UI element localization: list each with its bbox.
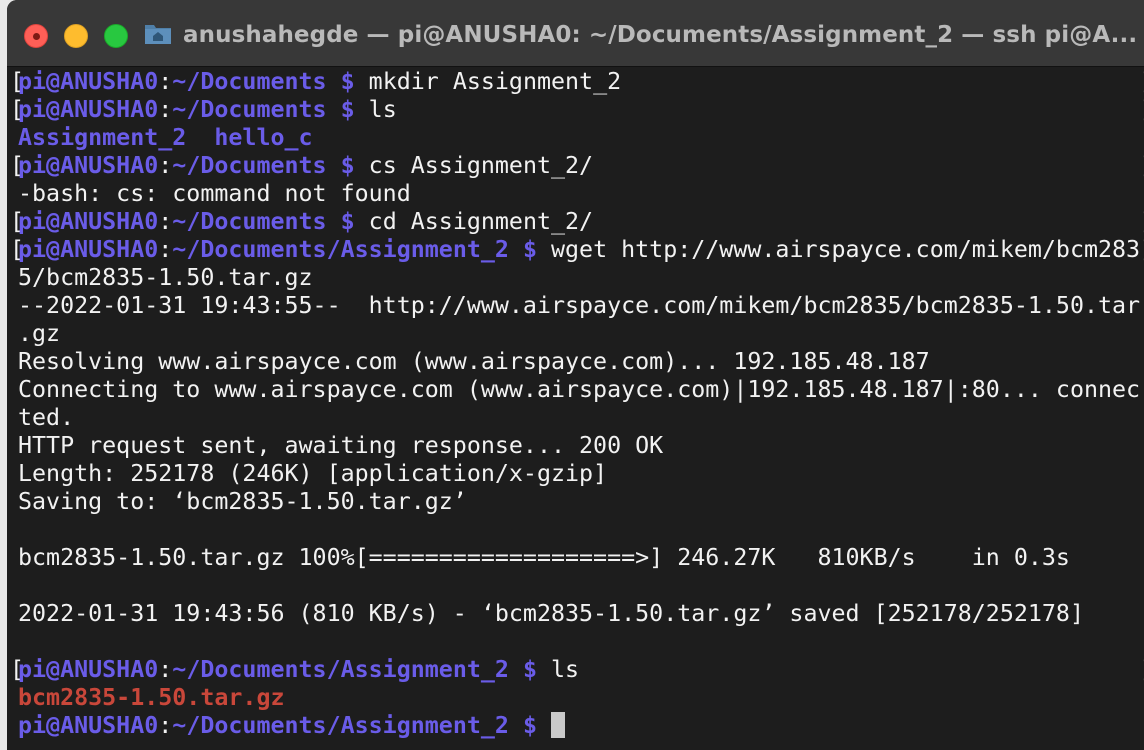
prompt-path: ~/Documents bbox=[172, 96, 327, 123]
prompt-user-host: pi@ANUSHA0 bbox=[18, 68, 159, 95]
terminal-line: Connecting to www.airspayce.com (www.air… bbox=[18, 376, 1141, 403]
prompt-colon: : bbox=[158, 152, 173, 179]
prompt-dollar: $ bbox=[508, 712, 551, 739]
prompt-user-host: pi@ANUSHA0 bbox=[18, 96, 159, 123]
prompt-dollar: $ bbox=[326, 208, 369, 235]
prompt-dollar: $ bbox=[326, 152, 369, 179]
minimize-button[interactable] bbox=[64, 24, 88, 48]
line-wrap-marker-right: ] bbox=[1140, 236, 1144, 264]
close-icon bbox=[33, 33, 40, 40]
prompt-path: ~/Documents/Assignment_2 bbox=[172, 236, 509, 263]
line-wrap-marker-right: ] bbox=[1140, 96, 1144, 124]
prompt-dollar: $ bbox=[508, 656, 551, 683]
terminal-window: anushahegde — pi@ANUSHA0: ~/Documents/As… bbox=[7, 0, 1144, 750]
prompt-user-host: pi@ANUSHA0 bbox=[18, 236, 159, 263]
prompt-user-host: pi@ANUSHA0 bbox=[18, 152, 159, 179]
terminal-line: -bash: cs: command not found bbox=[18, 180, 411, 207]
prompt-path: ~/Documents bbox=[172, 208, 327, 235]
prompt-dollar: $ bbox=[508, 236, 551, 263]
prompt-colon: : bbox=[158, 236, 173, 263]
line-wrap-marker-right: ] bbox=[1140, 152, 1144, 180]
home-folder-icon bbox=[145, 25, 171, 44]
command-text: ls bbox=[368, 96, 397, 123]
line-wrap-marker-right: ] bbox=[1140, 208, 1144, 236]
terminal-line: 2022-01-31 19:43:56 (810 KB/s) - ‘bcm283… bbox=[18, 600, 1084, 627]
terminal-line: pi@ANUSHA0:~/Documents $ mkdir Assignmen… bbox=[18, 68, 621, 96]
command-text: wget http://www.airspayce.com/mikem/bcm2… bbox=[551, 236, 1141, 263]
window-title: anushahegde — pi@ANUSHA0: ~/Documents/As… bbox=[183, 22, 1138, 48]
terminal-line: pi@ANUSHA0:~/Documents $ cd Assignment_2… bbox=[18, 208, 593, 236]
prompt-colon: : bbox=[158, 96, 173, 123]
line-wrap-marker-right: ] bbox=[1140, 656, 1144, 684]
terminal-line: .gz bbox=[18, 320, 61, 347]
prompt-dollar: $ bbox=[326, 96, 369, 123]
terminal-line: Saving to: ‘bcm2835-1.50.tar.gz’ bbox=[18, 488, 467, 515]
terminal-line: pi@ANUSHA0:~/Documents $ ls bbox=[18, 96, 397, 124]
terminal-line: 5/bcm2835-1.50.tar.gz bbox=[18, 264, 313, 291]
terminal-line: pi@ANUSHA0:~/Documents/Assignment_2 $ ls bbox=[18, 656, 579, 684]
prompt-user-host: pi@ANUSHA0 bbox=[18, 656, 159, 683]
prompt-path: ~/Documents/Assignment_2 bbox=[172, 712, 509, 739]
directory-entry: hello_c bbox=[214, 124, 313, 151]
archive-file-entry: bcm2835-1.50.tar.gz bbox=[18, 684, 285, 711]
prompt-path: ~/Documents bbox=[172, 152, 327, 179]
maximize-button[interactable] bbox=[104, 24, 128, 48]
terminal-line: ted. bbox=[18, 404, 75, 431]
command-text: cs Assignment_2/ bbox=[368, 152, 594, 179]
prompt-path: ~/Documents/Assignment_2 bbox=[172, 656, 509, 683]
terminal-line: Length: 252178 (246K) [application/x-gzi… bbox=[18, 460, 608, 487]
directory-entry: Assignment_2 bbox=[18, 124, 187, 151]
line-wrap-marker-left: [ bbox=[10, 96, 25, 123]
terminal-line: Resolving www.airspayce.com (www.airspay… bbox=[18, 348, 930, 375]
terminal-line: bcm2835-1.50.tar.gz bbox=[18, 684, 285, 712]
line-wrap-marker-right: ] bbox=[1140, 68, 1144, 96]
terminal-line: pi@ANUSHA0:~/Documents $ cs Assignment_2… bbox=[18, 152, 593, 180]
terminal-line: --2022-01-31 19:43:55-- http://www.airsp… bbox=[18, 292, 1141, 319]
command-text: ls bbox=[551, 656, 580, 683]
title-bar[interactable]: anushahegde — pi@ANUSHA0: ~/Documents/As… bbox=[7, 0, 1144, 67]
command-text: mkdir Assignment_2 bbox=[368, 68, 622, 95]
line-wrap-marker-left: [ bbox=[10, 68, 25, 95]
line-wrap-marker-left: [ bbox=[10, 208, 25, 235]
line-wrap-marker-left: [ bbox=[10, 152, 25, 179]
prompt-user-host: pi@ANUSHA0 bbox=[18, 208, 159, 235]
line-wrap-marker-left: [ bbox=[10, 236, 25, 263]
terminal-output[interactable]: [ pi@ANUSHA0:~/Documents $ mkdir Assignm… bbox=[7, 67, 1144, 750]
prompt-colon: : bbox=[158, 68, 173, 95]
terminal-line: Assignment_2 hello_c bbox=[18, 124, 313, 152]
active-prompt-line[interactable]: pi@ANUSHA0:~/Documents/Assignment_2 $ bbox=[18, 712, 565, 740]
prompt-user-host: pi@ANUSHA0 bbox=[18, 712, 159, 739]
download-progress-line: bcm2835-1.50.tar.gz 100%[===============… bbox=[18, 544, 1070, 571]
terminal-line: HTTP request sent, awaiting response... … bbox=[18, 432, 664, 459]
prompt-path: ~/Documents bbox=[172, 68, 327, 95]
prompt-colon: : bbox=[158, 712, 173, 739]
line-wrap-marker-left: [ bbox=[10, 656, 25, 683]
prompt-colon: : bbox=[158, 208, 173, 235]
command-text: cd Assignment_2/ bbox=[368, 208, 594, 235]
text-cursor[interactable] bbox=[551, 712, 565, 738]
close-button[interactable] bbox=[24, 24, 48, 48]
prompt-colon: : bbox=[158, 656, 173, 683]
terminal-line: pi@ANUSHA0:~/Documents/Assignment_2 $ wg… bbox=[18, 236, 1140, 264]
prompt-dollar: $ bbox=[326, 68, 369, 95]
